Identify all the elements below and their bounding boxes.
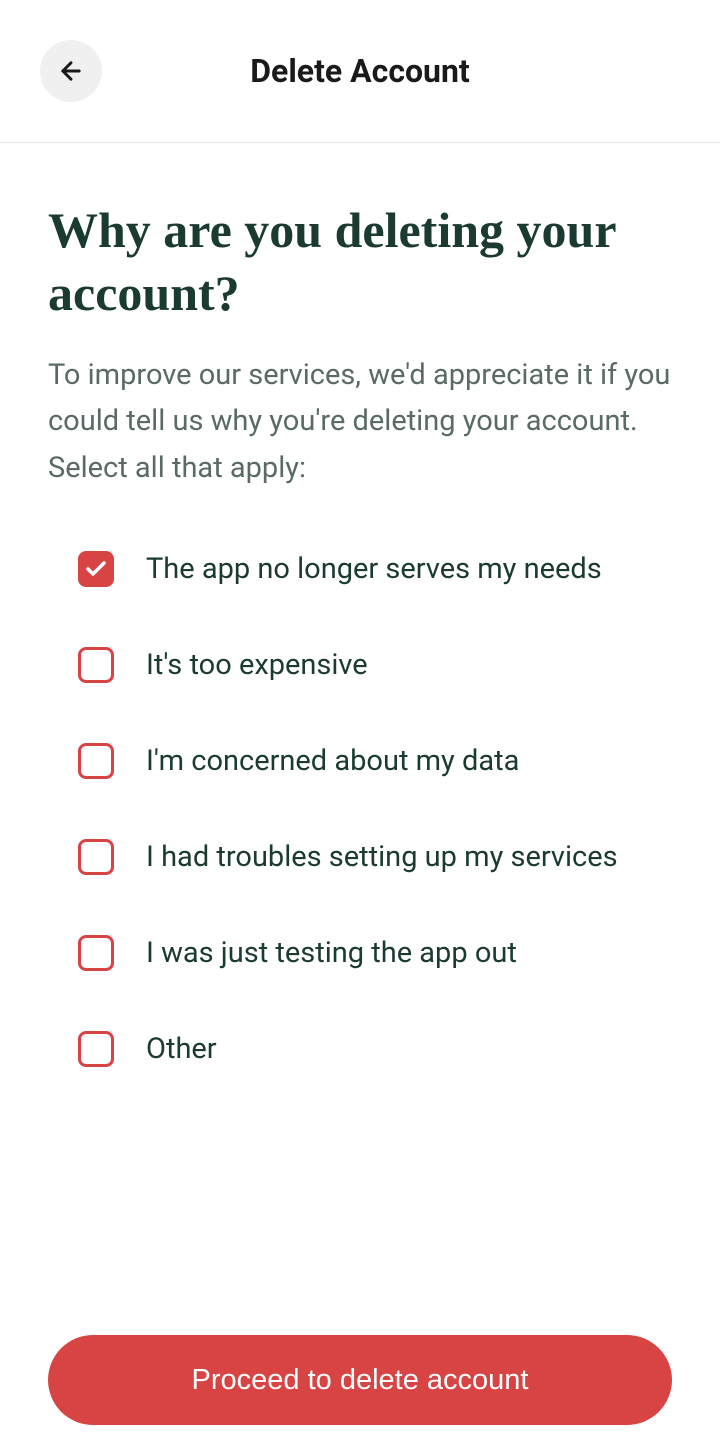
page-title: Delete Account <box>48 52 672 90</box>
reason-label: I was just testing the app out <box>146 936 517 970</box>
reason-item-no-longer-serves[interactable]: The app no longer serves my needs <box>78 551 672 587</box>
proceed-button[interactable]: Proceed to delete account <box>48 1335 672 1425</box>
description-text: To improve our services, we'd appreciate… <box>48 352 672 491</box>
reason-label: It's too expensive <box>146 648 368 682</box>
back-button[interactable] <box>40 40 102 102</box>
checkbox[interactable] <box>78 1031 114 1067</box>
reason-label: I had troubles setting up my services <box>146 840 618 874</box>
reason-item-setup-trouble[interactable]: I had troubles setting up my services <box>78 839 672 875</box>
checkbox[interactable] <box>78 647 114 683</box>
checkbox[interactable] <box>78 743 114 779</box>
checkbox[interactable] <box>78 551 114 587</box>
checkbox[interactable] <box>78 935 114 971</box>
reason-label: The app no longer serves my needs <box>146 552 602 586</box>
question-heading: Why are you deleting your account? <box>48 199 672 324</box>
reason-label: Other <box>146 1032 217 1066</box>
arrow-left-icon <box>57 57 85 85</box>
checkmark-icon <box>84 557 108 581</box>
reason-item-testing[interactable]: I was just testing the app out <box>78 935 672 971</box>
header: Delete Account <box>0 0 720 143</box>
content: Why are you deleting your account? To im… <box>0 143 720 1067</box>
reason-item-data-concern[interactable]: I'm concerned about my data <box>78 743 672 779</box>
reason-label: I'm concerned about my data <box>146 744 519 778</box>
reason-item-too-expensive[interactable]: It's too expensive <box>78 647 672 683</box>
checkbox[interactable] <box>78 839 114 875</box>
reason-item-other[interactable]: Other <box>78 1031 672 1067</box>
reason-list: The app no longer serves my needs It's t… <box>48 551 672 1067</box>
